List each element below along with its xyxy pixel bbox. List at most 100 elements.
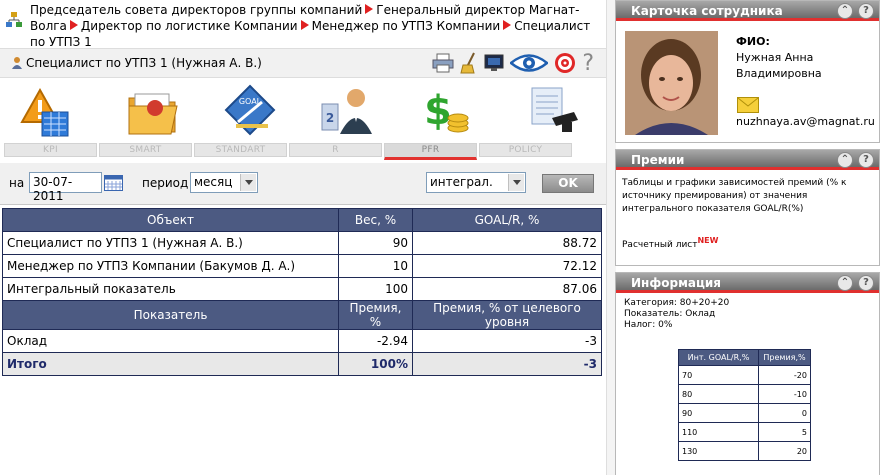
- goal-standard-icon[interactable]: GOAL: [222, 82, 278, 140]
- bonus-value-cell: 20: [758, 441, 811, 461]
- date-input[interactable]: 30-07-2011: [29, 172, 102, 203]
- indicator-text: Показатель: Оклад: [624, 309, 716, 319]
- mode-select-value: интеграл.: [430, 175, 493, 189]
- tab-kpi[interactable]: KPI: [4, 143, 97, 157]
- bonus-value-cell: -20: [758, 365, 811, 385]
- goal-value-cell: 130: [678, 441, 759, 461]
- column-header: Вес, %: [338, 208, 413, 232]
- broom-icon[interactable]: [460, 52, 478, 77]
- goal-value-cell: 70: [678, 365, 759, 385]
- panel-title: Информация: [631, 276, 721, 290]
- table-header-row: Показатель Премия, % Премия, % от целево…: [2, 300, 602, 330]
- object-name-cell: Специалист по УТПЗ 1 (Нужная А. В.): [2, 231, 339, 255]
- total-row: Итого 100% -3: [2, 352, 602, 376]
- bonus-description[interactable]: Таблицы и графики зависимостей премий (%…: [622, 177, 873, 216]
- table-row[interactable]: Оклад -2.94 -3: [2, 329, 602, 353]
- goal-cell: 87.06: [412, 277, 602, 301]
- breadcrumb-item[interactable]: Менеджер по УТПЗ Компании: [312, 19, 501, 33]
- table-row: 110 5: [678, 422, 811, 442]
- mail-icon[interactable]: [737, 97, 759, 116]
- ranking-person-icon[interactable]: 2: [320, 82, 376, 140]
- period-label: период: [142, 176, 189, 190]
- monitor-icon[interactable]: [484, 54, 504, 75]
- column-header: GOAL/R, %: [412, 208, 602, 232]
- target-icon[interactable]: [554, 52, 576, 77]
- collapse-icon[interactable]: ⌃: [837, 3, 853, 19]
- mode-select[interactable]: интеграл.: [426, 172, 526, 193]
- table-row[interactable]: Специалист по УТПЗ 1 (Нужная А. В.) 90 8…: [2, 231, 602, 255]
- bonus-body: Таблицы и графики зависимостей премий (%…: [616, 170, 879, 259]
- panel-header: Премии ⌃ ?: [616, 150, 879, 170]
- arrow-right-icon: [365, 4, 374, 14]
- payslip-link[interactable]: Расчетный лист: [622, 240, 697, 250]
- column-header: Премия, %: [338, 300, 413, 330]
- bonus-target-cell: -3: [412, 329, 602, 353]
- collapse-icon[interactable]: ⌃: [837, 275, 853, 291]
- help-icon[interactable]: ?: [858, 275, 874, 291]
- table-row: 80 -10: [678, 384, 811, 404]
- current-user-label: Специалист по УТПЗ 1 (Нужная А. В.): [26, 56, 262, 70]
- bonus-cell: -2.94: [338, 329, 413, 353]
- chevron-down-icon: [240, 174, 256, 191]
- collapse-icon[interactable]: ⌃: [837, 152, 853, 168]
- tab-smart[interactable]: SMART: [99, 143, 192, 157]
- help-icon[interactable]: ?: [858, 152, 874, 168]
- employee-info: ФИО: Нужная Анна Владимировна: [736, 34, 846, 82]
- policy-scroll-icon[interactable]: [526, 82, 582, 140]
- total-bonus-target: -3: [412, 352, 602, 376]
- svg-text:2: 2: [326, 111, 334, 125]
- employee-email[interactable]: nuzhnaya.av@magnat.ru: [736, 115, 875, 128]
- filter-bar: на 30-07-2011 период месяц интеграл. OK: [0, 163, 606, 205]
- panel-header: Информация ⌃ ?: [616, 273, 879, 293]
- panel-header: Карточка сотрудника ⌃ ?: [616, 1, 879, 21]
- column-header: Премия, % от целевого уровня: [412, 300, 602, 330]
- employee-card-panel: Карточка сотрудника ⌃ ? ФИО: Нужная Анна…: [615, 0, 880, 143]
- help-icon[interactable]: ?: [858, 3, 874, 19]
- fio-label: ФИО:: [736, 35, 770, 48]
- tab-standart[interactable]: STANDART: [194, 143, 287, 157]
- table-header-row: Объект Вес, % GOAL/R, %: [2, 208, 602, 232]
- org-structure-icon: [6, 12, 22, 27]
- period-select[interactable]: месяц: [190, 172, 258, 193]
- panel-title: Карточка сотрудника: [631, 4, 783, 18]
- panel-title: Премии: [631, 153, 685, 167]
- goal-cell: 72.12: [412, 254, 602, 278]
- weight-cell: 10: [338, 254, 413, 278]
- goal-value-cell: 110: [678, 422, 759, 442]
- new-badge: NEW: [697, 236, 719, 245]
- bonus-value-cell: 5: [758, 422, 811, 442]
- breadcrumb-item[interactable]: Председатель совета директоров группы ко…: [30, 3, 362, 17]
- eye-icon[interactable]: [509, 52, 550, 77]
- arrow-right-icon: [300, 20, 309, 30]
- bonus-panel: Премии ⌃ ? Таблицы и графики зависимосте…: [615, 149, 880, 266]
- arrow-right-icon: [69, 20, 78, 30]
- smart-folder-icon[interactable]: [125, 82, 181, 140]
- ok-button[interactable]: OK: [542, 174, 594, 193]
- printer-icon[interactable]: [432, 53, 454, 76]
- tab-policy[interactable]: Policy: [479, 143, 572, 157]
- table-row: 70 -20: [678, 365, 811, 385]
- table-row: 90 0: [678, 403, 811, 423]
- tab-pfr[interactable]: PFR: [384, 143, 477, 160]
- total-label: Итого: [2, 352, 339, 376]
- table-row[interactable]: Интегральный показатель 100 87.06: [2, 277, 602, 301]
- breadcrumb: Председатель совета директоров группы ко…: [0, 0, 606, 49]
- column-header: Показатель: [2, 300, 339, 330]
- module-icons: GOAL 2 $: [0, 78, 606, 143]
- goal-value-cell: 80: [678, 384, 759, 404]
- module-tabs: KPI SMART STANDART R PFR Policy: [0, 143, 606, 161]
- total-bonus: 100%: [338, 352, 413, 376]
- calendar-icon[interactable]: [104, 175, 123, 194]
- breadcrumb-item[interactable]: Директор по логистике Компании: [81, 19, 298, 33]
- weight-cell: 100: [338, 277, 413, 301]
- pfr-money-icon[interactable]: $: [416, 82, 472, 140]
- kpi-warning-icon[interactable]: [18, 82, 74, 140]
- chevron-down-icon: [508, 174, 524, 191]
- arrow-right-icon: [503, 20, 512, 30]
- info-body: Категория: 80+20+20 Показатель: Оклад На…: [616, 293, 879, 336]
- tab-r[interactable]: R: [289, 143, 382, 157]
- table-row[interactable]: Менеджер по УТПЗ Компании (Бакумов Д. А.…: [2, 254, 602, 278]
- fio-value: Нужная Анна Владимировна: [736, 51, 822, 80]
- help-icon[interactable]: ?: [582, 53, 594, 75]
- goal-cell: 88.72: [412, 231, 602, 255]
